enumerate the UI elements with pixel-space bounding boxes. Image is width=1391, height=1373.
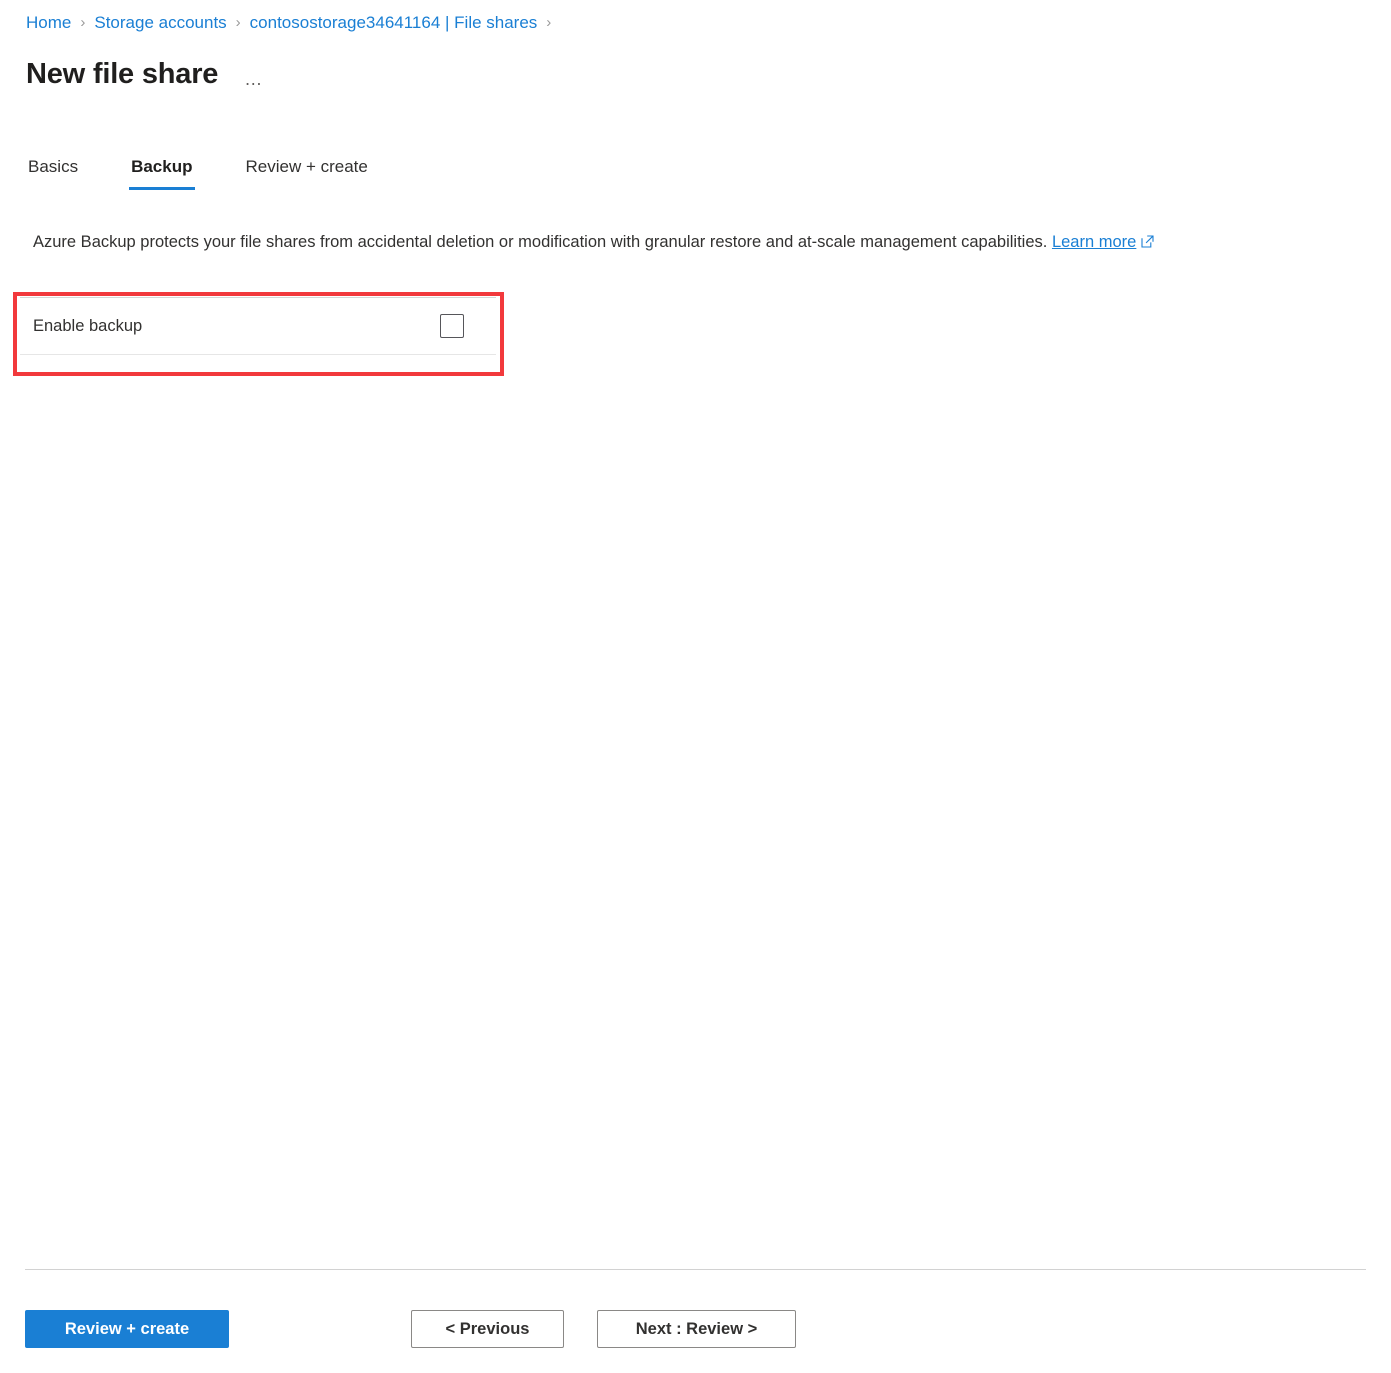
breadcrumb-item-file-shares[interactable]: contosostorage34641164 | File shares: [250, 12, 538, 34]
review-create-button[interactable]: Review + create: [25, 1310, 229, 1348]
page-header: New file share …: [26, 56, 264, 92]
breadcrumb-separator-icon: ›: [235, 14, 241, 31]
breadcrumb-item-home[interactable]: Home: [26, 12, 71, 34]
learn-more-link[interactable]: Learn more: [1052, 233, 1136, 251]
breadcrumb: Home › Storage accounts › contosostorage…: [26, 12, 560, 34]
breadcrumb-separator-icon: ›: [546, 14, 552, 31]
section-bottom-divider: [20, 354, 496, 355]
enable-backup-label: Enable backup: [33, 317, 143, 335]
external-link-icon[interactable]: [1141, 230, 1154, 256]
page-title: New file share: [26, 58, 219, 90]
wizard-tabs: Basics Backup Review + create: [26, 155, 370, 190]
enable-backup-row[interactable]: Enable backup: [20, 298, 496, 354]
footer-divider: [25, 1269, 1366, 1270]
wizard-footer: Review + create < Previous Next : Review…: [0, 1310, 1391, 1348]
backup-description: Azure Backup protects your file shares f…: [33, 229, 1163, 256]
breadcrumb-item-storage-accounts[interactable]: Storage accounts: [94, 12, 226, 34]
tab-basics[interactable]: Basics: [26, 155, 80, 190]
backup-description-text: Azure Backup protects your file shares f…: [33, 233, 1048, 251]
tab-backup[interactable]: Backup: [129, 155, 195, 190]
previous-button[interactable]: < Previous: [411, 1310, 564, 1348]
enable-backup-section: Enable backup: [20, 297, 496, 355]
breadcrumb-separator-icon: ›: [80, 14, 86, 31]
more-options-icon[interactable]: …: [244, 70, 264, 88]
next-review-button[interactable]: Next : Review >: [597, 1310, 796, 1348]
enable-backup-checkbox[interactable]: [440, 314, 464, 338]
tab-review-create[interactable]: Review + create: [244, 155, 370, 190]
